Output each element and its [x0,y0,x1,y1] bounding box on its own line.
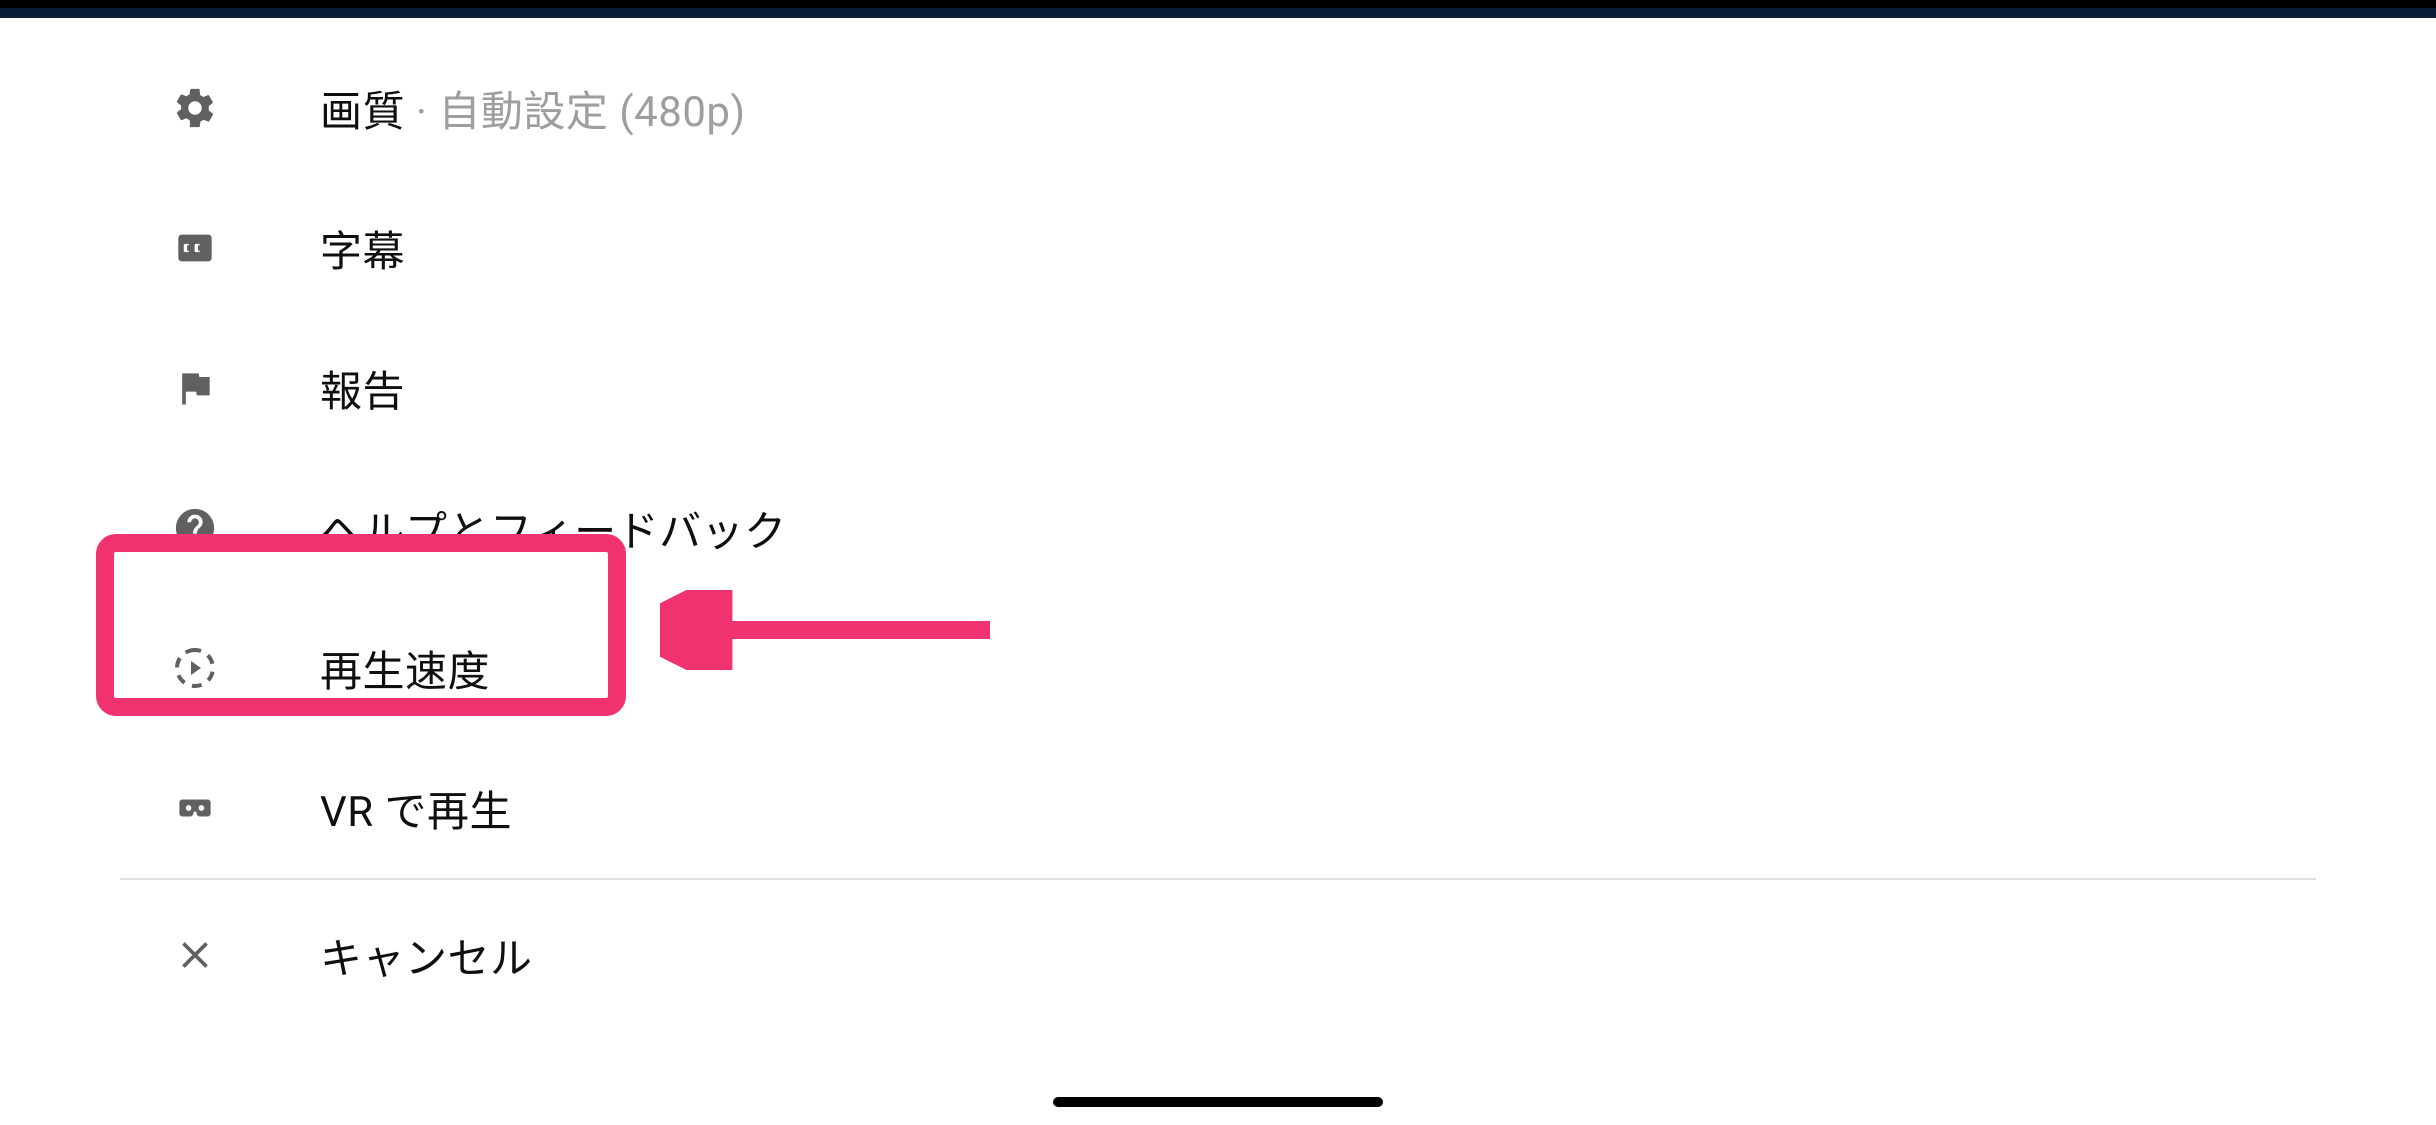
home-indicator [1053,1097,1383,1107]
report-label: 報告 [320,358,405,419]
help-label: ヘルプとフィードバック [320,498,787,559]
menu-item-playback-speed[interactable]: 再生速度 [0,598,2436,738]
playback-speed-label: 再生速度 [320,638,490,699]
quality-label: 画質 · 自動設定 (480p) [320,78,746,139]
close-icon [170,933,220,977]
menu-item-vr[interactable]: VR で再生 [0,738,2436,878]
subtitles-label: 字幕 [320,218,405,279]
gear-icon [170,85,220,131]
playback-speed-icon [170,644,220,692]
menu-item-quality[interactable]: 画質 · 自動設定 (480p) [0,38,2436,178]
vr-label: VR で再生 [320,778,512,839]
flag-icon [170,366,220,410]
vr-icon [170,791,220,825]
cc-icon [170,228,220,268]
cancel-label: キャンセル [320,925,533,986]
menu-item-cancel[interactable]: キャンセル [0,880,2436,1030]
status-bar-sliver [0,8,2436,18]
menu-item-report[interactable]: 報告 [0,318,2436,458]
top-black-edge [0,0,2436,8]
player-options-menu: 画質 · 自動設定 (480p) 字幕 報告 ヘルプとフィードバック 再生速度 [0,18,2436,1030]
menu-item-help[interactable]: ヘルプとフィードバック [0,458,2436,598]
menu-item-subtitles[interactable]: 字幕 [0,178,2436,318]
help-icon [170,505,220,551]
